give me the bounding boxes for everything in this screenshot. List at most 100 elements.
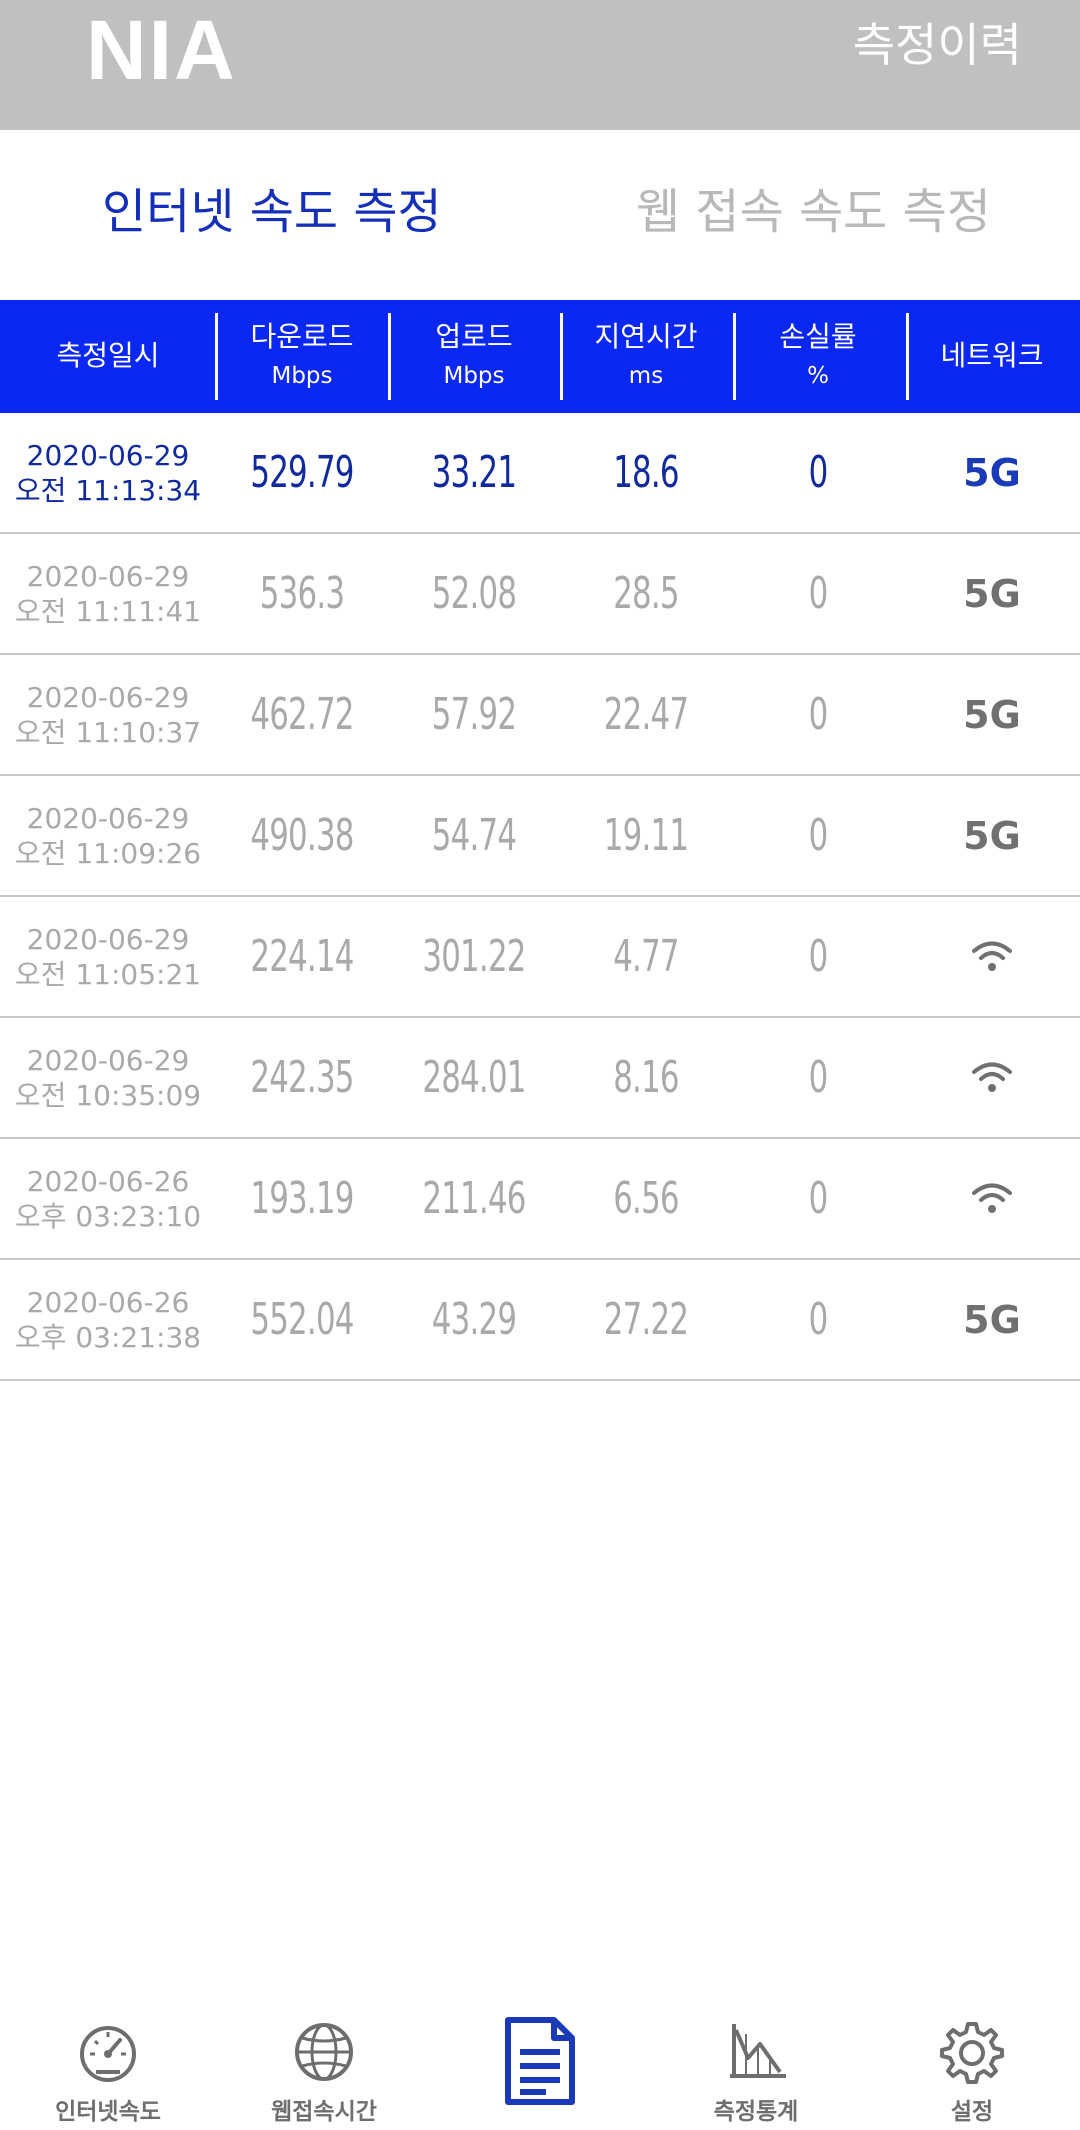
row-network: 5G — [963, 1297, 1021, 1342]
wifi-icon — [972, 1183, 1012, 1213]
row-loss: 0 — [808, 1294, 829, 1345]
row-datetime: 2020-06-26 오후 03:23:10 — [0, 1139, 216, 1258]
column-header-loss[interactable]: 손실률 % — [732, 300, 904, 413]
row-datetime: 2020-06-26 오후 03:21:38 — [0, 1260, 216, 1379]
table-row[interactable]: 2020-06-26 오후 03:21:38 552.04 43.29 27.2… — [0, 1260, 1080, 1381]
row-loss: 0 — [808, 568, 829, 619]
row-time: 오전 11:13:34 — [14, 473, 202, 507]
nav-history[interactable] — [432, 1990, 648, 2130]
row-latency: 22.47 — [603, 689, 689, 740]
column-label: 측정일시 — [56, 339, 160, 373]
nav-label: 설정 — [950, 2099, 994, 2125]
column-unit: Mbps — [443, 363, 505, 390]
row-network: 5G — [963, 813, 1021, 858]
row-datetime: 2020-06-29 오전 11:10:37 — [0, 655, 216, 774]
table-header: 측정일시 다운로드 Mbps 업로드 Mbps 지연시간 ms 손실률 % 네트… — [0, 300, 1080, 413]
row-download: 224.14 — [250, 931, 354, 982]
row-time: 오전 11:11:41 — [14, 594, 202, 628]
document-icon — [505, 2017, 575, 2105]
row-latency: 28.5 — [613, 568, 679, 619]
row-network — [904, 897, 1080, 1016]
nav-web-time[interactable]: 웹접속시간 — [216, 1990, 432, 2130]
row-upload: 52.08 — [431, 568, 517, 619]
column-label: 업로드 — [435, 320, 513, 354]
speedometer-icon — [80, 2026, 136, 2082]
row-upload: 43.29 — [431, 1294, 517, 1345]
row-datetime: 2020-06-29 오전 11:11:41 — [0, 534, 216, 653]
row-loss: 0 — [808, 1052, 829, 1103]
row-latency: 19.11 — [603, 810, 689, 861]
gear-icon — [940, 2022, 1004, 2084]
row-download: 462.72 — [250, 689, 354, 740]
nav-label: 인터넷속도 — [55, 2099, 161, 2125]
table-row[interactable]: 2020-06-29 오전 11:11:41 536.3 52.08 28.5 … — [0, 534, 1080, 655]
row-network — [904, 1139, 1080, 1258]
table-row[interactable]: 2020-06-29 오전 11:13:34 529.79 33.21 18.6… — [0, 413, 1080, 534]
row-date: 2020-06-29 — [26, 680, 190, 714]
row-download: 242.35 — [250, 1052, 354, 1103]
row-download: 193.19 — [250, 1173, 354, 1224]
app-logo: NIA — [86, 3, 237, 97]
table-row[interactable]: 2020-06-29 오전 11:05:21 224.14 301.22 4.7… — [0, 897, 1080, 1018]
row-time: 오전 11:09:26 — [14, 836, 202, 870]
column-unit: % — [807, 363, 829, 390]
row-upload: 57.92 — [431, 689, 517, 740]
nav-internet-speed[interactable]: 인터넷속도 — [0, 1990, 216, 2130]
column-unit: Mbps — [271, 363, 333, 390]
nav-label: 웹접속시간 — [271, 2099, 377, 2125]
column-header-latency[interactable]: 지연시간 ms — [560, 300, 732, 413]
tab-internet-speed[interactable]: 인터넷 속도 측정 — [102, 188, 442, 236]
row-loss: 0 — [808, 447, 829, 498]
row-date: 2020-06-29 — [26, 801, 190, 835]
column-header-network[interactable]: 네트워크 — [904, 300, 1080, 413]
row-network — [904, 1018, 1080, 1137]
row-network: 5G — [963, 571, 1021, 616]
column-header-upload[interactable]: 업로드 Mbps — [388, 300, 560, 413]
column-header-datetime[interactable]: 측정일시 — [0, 300, 216, 413]
row-time: 오전 11:05:21 — [14, 957, 202, 991]
chart-icon — [730, 2024, 786, 2078]
row-download: 536.3 — [259, 568, 345, 619]
row-download: 529.79 — [250, 447, 354, 498]
row-datetime: 2020-06-29 오전 10:35:09 — [0, 1018, 216, 1137]
row-upload: 284.01 — [422, 1052, 526, 1103]
column-header-download[interactable]: 다운로드 Mbps — [216, 300, 388, 413]
page-title: 측정이력 — [852, 18, 1022, 72]
row-date: 2020-06-29 — [26, 438, 190, 472]
row-time: 오후 03:21:38 — [14, 1320, 202, 1354]
row-latency: 27.22 — [603, 1294, 689, 1345]
row-date: 2020-06-29 — [26, 559, 190, 593]
nav-settings[interactable]: 설정 — [864, 1990, 1080, 2130]
nav-statistics[interactable]: 측정통계 — [648, 1990, 864, 2130]
wifi-icon — [972, 941, 1012, 971]
row-loss: 0 — [808, 689, 829, 740]
table-row[interactable]: 2020-06-29 오전 10:35:09 242.35 284.01 8.1… — [0, 1018, 1080, 1139]
row-time: 오전 11:10:37 — [14, 715, 202, 749]
row-datetime: 2020-06-29 오전 11:05:21 — [0, 897, 216, 1016]
row-upload: 33.21 — [431, 447, 517, 498]
row-download: 490.38 — [250, 810, 354, 861]
bottom-nav: 인터넷속도 웹접속시간 측정통계 설정 — [0, 1990, 1080, 2130]
row-network: 5G — [963, 450, 1021, 495]
tab-bar: 인터넷 속도 측정 웹 접속 속도 측정 — [0, 130, 1080, 300]
row-download: 552.04 — [250, 1294, 354, 1345]
tab-web-speed[interactable]: 웹 접속 속도 측정 — [636, 188, 991, 236]
table-row[interactable]: 2020-06-26 오후 03:23:10 193.19 211.46 6.5… — [0, 1139, 1080, 1260]
row-latency: 18.6 — [613, 447, 679, 498]
column-label: 네트워크 — [940, 339, 1044, 373]
app-header: NIA 측정이력 — [0, 0, 1080, 130]
column-unit: ms — [628, 363, 664, 390]
row-upload: 301.22 — [422, 931, 526, 982]
table-row[interactable]: 2020-06-29 오전 11:10:37 462.72 57.92 22.4… — [0, 655, 1080, 776]
history-table: 2020-06-29 오전 11:13:34 529.79 33.21 18.6… — [0, 413, 1080, 1381]
table-row[interactable]: 2020-06-29 오전 11:09:26 490.38 54.74 19.1… — [0, 776, 1080, 897]
row-loss: 0 — [808, 1173, 829, 1224]
row-date: 2020-06-26 — [26, 1164, 190, 1198]
row-datetime: 2020-06-29 오전 11:09:26 — [0, 776, 216, 895]
wifi-icon — [972, 1062, 1012, 1092]
row-upload: 211.46 — [422, 1173, 526, 1224]
row-upload: 54.74 — [431, 810, 517, 861]
row-date: 2020-06-29 — [26, 922, 190, 956]
row-latency: 4.77 — [613, 931, 679, 982]
column-label: 지연시간 — [594, 320, 698, 354]
